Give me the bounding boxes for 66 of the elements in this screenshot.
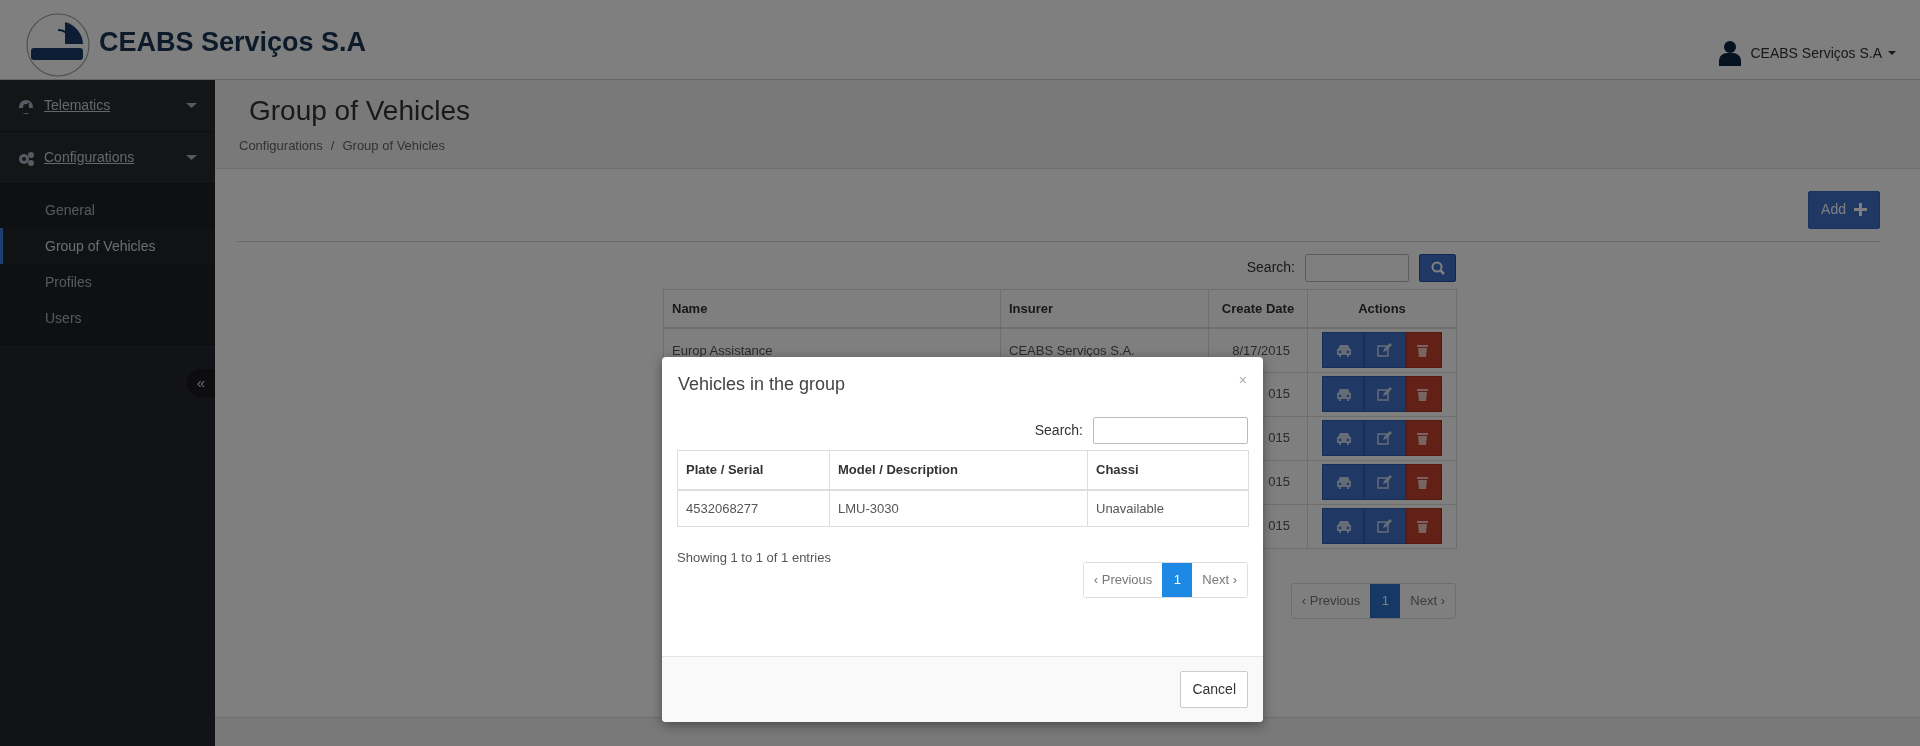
- edit-button[interactable]: [1364, 332, 1406, 369]
- edit-icon: [1376, 386, 1394, 402]
- column-header: Plate / Serial: [677, 450, 830, 490]
- column-header: Insurer: [1000, 289, 1209, 328]
- column-header: Create Date: [1208, 289, 1308, 328]
- column-header: Name: [663, 289, 1001, 328]
- car-icon: [1334, 430, 1352, 446]
- breadcrumb-link[interactable]: Configurations: [239, 136, 323, 156]
- edit-icon: [1376, 518, 1394, 534]
- table-cell: Unavailable: [1087, 489, 1249, 527]
- column-header: Model / Description: [829, 450, 1088, 490]
- collapse-button[interactable]: «: [187, 369, 215, 397]
- car-icon: [1334, 342, 1352, 358]
- page-button[interactable]: 1: [1370, 583, 1401, 618]
- gears-icon: [18, 149, 34, 166]
- search-icon: [1430, 260, 1445, 275]
- edit-button[interactable]: [1364, 508, 1406, 544]
- user-icon: [1718, 40, 1741, 66]
- vehicles-button[interactable]: [1322, 376, 1364, 412]
- gauge-icon: [18, 97, 34, 114]
- car-icon: [1334, 474, 1352, 490]
- user-menu[interactable]: CEABS Serviços S.A: [1750, 42, 1896, 64]
- modal-title: Vehicles in the group: [678, 373, 846, 396]
- search-field[interactable]: [1093, 417, 1248, 444]
- plus-icon: [1854, 203, 1867, 216]
- edit-button[interactable]: [1364, 376, 1406, 412]
- caret-icon: [186, 154, 197, 161]
- page-button[interactable]: 1: [1162, 562, 1193, 597]
- cancel-button[interactable]: Cancel: [1180, 671, 1248, 708]
- breadcrumb-current: Group of Vehicles: [342, 137, 446, 155]
- car-icon: [1334, 518, 1352, 534]
- submenu-item[interactable]: Profiles: [0, 264, 215, 300]
- search-label: Search:: [1246, 258, 1295, 277]
- add-button[interactable]: Add: [1808, 190, 1880, 229]
- edit-button[interactable]: [1364, 464, 1406, 500]
- brand-name: CEABS Serviços S.A: [99, 26, 367, 59]
- logo-icon: [25, 12, 91, 78]
- edit-icon: [1376, 474, 1394, 490]
- edit-icon: [1376, 430, 1394, 446]
- table-cell: LMU-3030: [829, 489, 1088, 527]
- search-label: Search:: [1034, 421, 1083, 440]
- caret-icon: [1888, 51, 1896, 55]
- vehicles-button[interactable]: [1322, 420, 1364, 456]
- vehicles-button[interactable]: [1322, 332, 1364, 369]
- submenu-item[interactable]: Users: [0, 300, 215, 336]
- delete-button[interactable]: [1406, 420, 1442, 456]
- page-title: Group of Vehicles: [249, 94, 472, 128]
- column-header: Actions: [1307, 289, 1457, 328]
- caret-icon: [186, 102, 197, 109]
- delete-button[interactable]: [1406, 376, 1442, 412]
- close-button[interactable]: ×: [1238, 371, 1247, 389]
- edit-icon: [1376, 342, 1394, 358]
- vehicles-button[interactable]: [1322, 464, 1364, 500]
- delete-button[interactable]: [1406, 464, 1442, 500]
- column-header: Chassi: [1087, 450, 1249, 490]
- search-button[interactable]: [1419, 253, 1456, 282]
- submenu-item[interactable]: General: [0, 192, 215, 228]
- vehicles-button[interactable]: [1322, 508, 1364, 544]
- search-field[interactable]: [1305, 253, 1409, 282]
- breadcrumb-separator: /: [330, 137, 335, 155]
- entries-info: Showing 1 to 1 of 1 entries: [677, 549, 832, 567]
- edit-button[interactable]: [1364, 420, 1406, 456]
- car-icon: [1334, 386, 1352, 402]
- delete-button[interactable]: [1406, 508, 1442, 544]
- table-cell: 4532068277: [677, 489, 830, 527]
- delete-button[interactable]: [1406, 332, 1442, 369]
